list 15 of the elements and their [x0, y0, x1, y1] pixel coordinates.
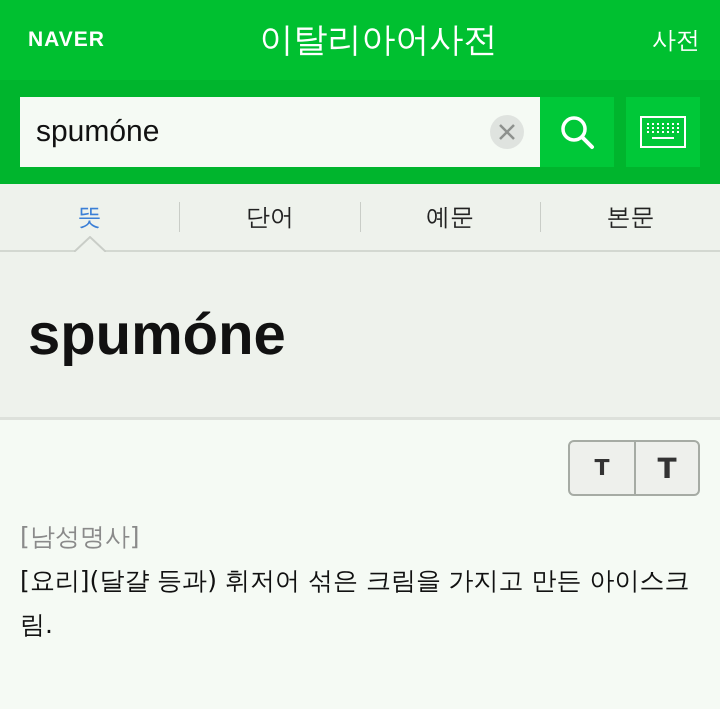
close-icon — [498, 123, 516, 141]
headword: spumóne — [28, 301, 286, 368]
page-title: 이탈리아어사전 — [259, 19, 498, 62]
tab[interactable]: 본문 — [540, 184, 720, 250]
keyboard-icon — [640, 116, 686, 148]
keyboard-button[interactable] — [626, 97, 700, 167]
part-of-speech: [남성명사] — [20, 521, 141, 553]
definition-text: [요리](달걀 등과) 휘저어 섞은 크림을 가지고 만든 아이스크림. — [20, 565, 691, 641]
tab[interactable]: 예문 — [360, 184, 540, 250]
font-larger-button[interactable]: T — [634, 442, 698, 494]
font-smaller-button[interactable]: T — [570, 442, 634, 494]
tab[interactable]: 단어 — [180, 184, 360, 250]
search-field[interactable]: spumóne — [20, 97, 540, 167]
search-button[interactable] — [540, 97, 614, 167]
tab[interactable]: 뜻 — [0, 184, 180, 250]
